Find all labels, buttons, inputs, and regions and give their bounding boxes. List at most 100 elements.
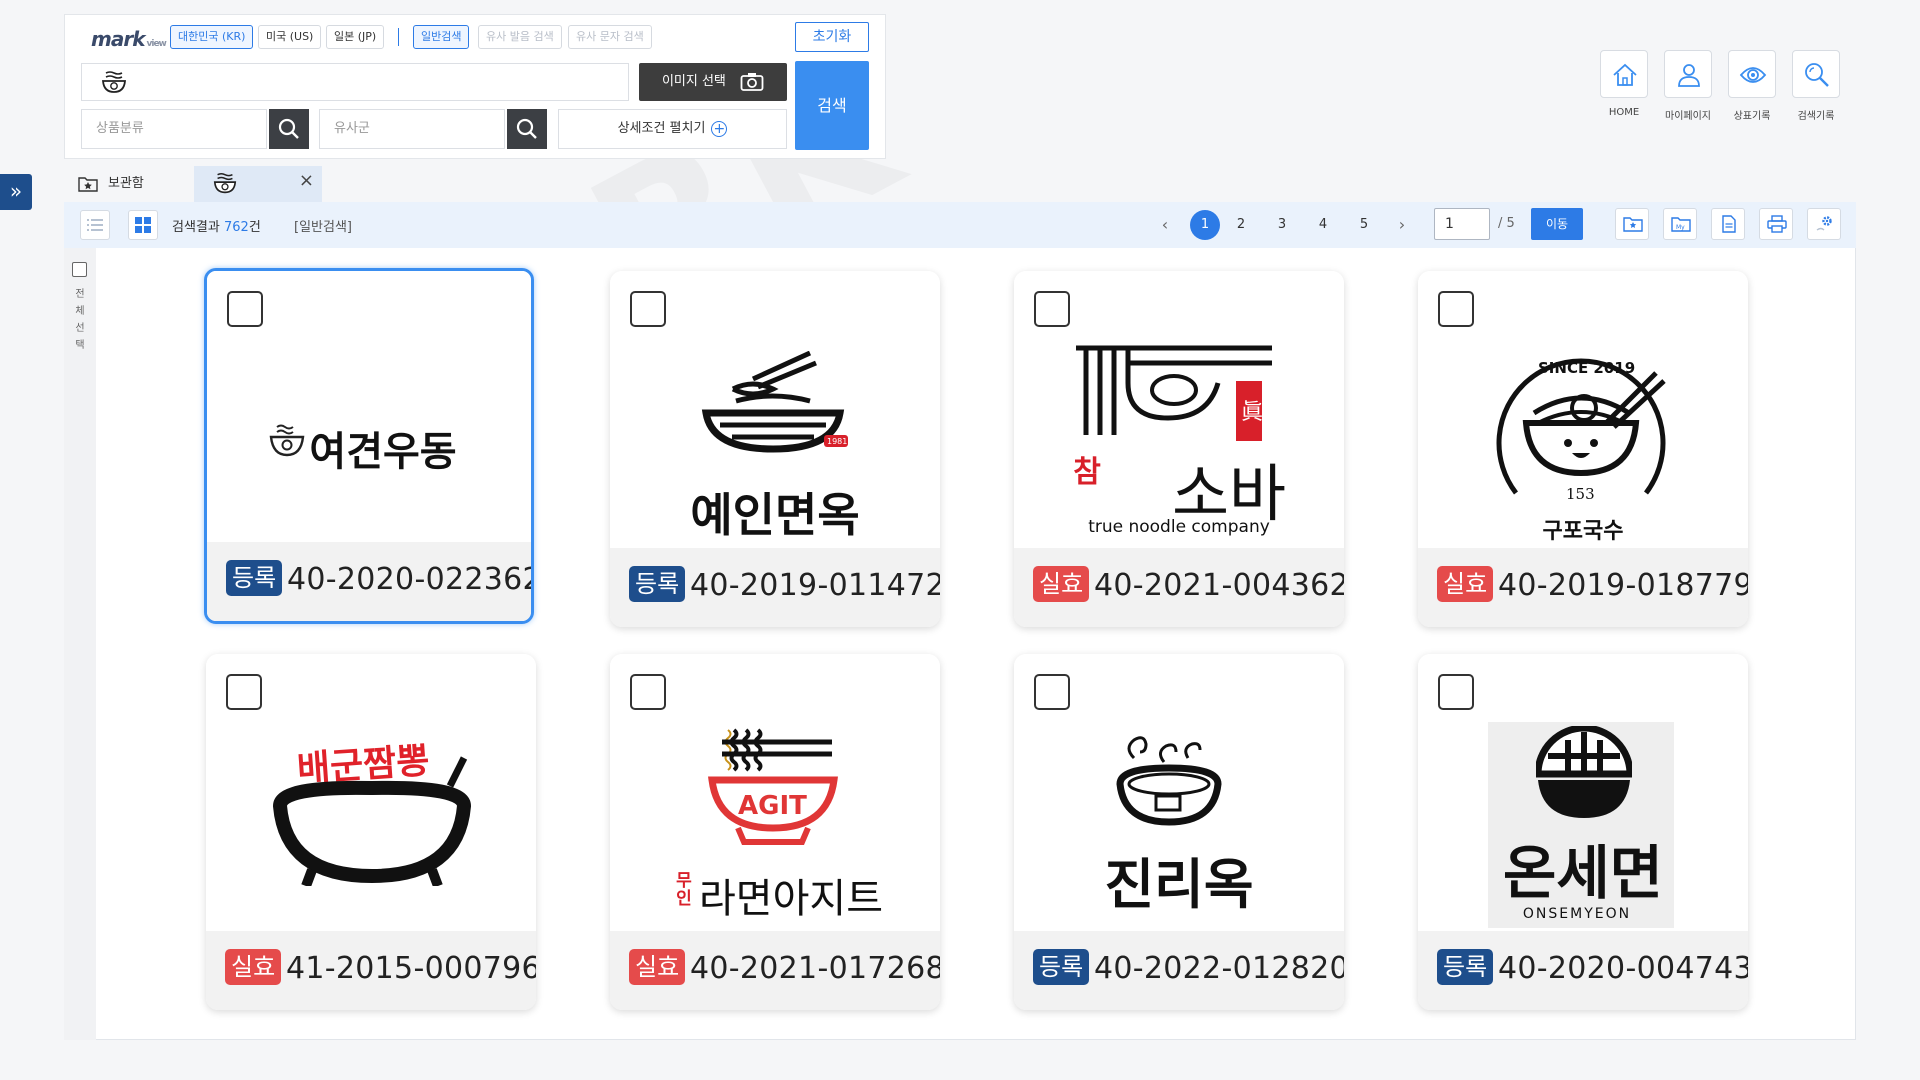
chip-separator	[398, 28, 399, 46]
card-footer: 실효 40-2019-0187799	[1418, 548, 1748, 627]
registration-number: 41-2015-0007965	[286, 951, 536, 986]
status-badge: 실효	[1033, 566, 1090, 602]
category-search-button[interactable]	[269, 109, 309, 149]
trademark-card[interactable]: 배군짬뽕 실효 41-2015-0007965	[206, 654, 536, 1010]
home-icon	[1613, 63, 1637, 86]
camera-icon	[740, 72, 764, 91]
tab-image-thumbnail	[212, 171, 238, 201]
settings-button[interactable]	[1807, 208, 1841, 240]
trademark-card[interactable]: 온세면 ONSEMYEON 등록 40-2020-0047437	[1418, 654, 1748, 1010]
my-folder-button[interactable]: My	[1663, 208, 1697, 240]
save-folder-button[interactable]	[1615, 208, 1649, 240]
registration-number: 40-2021-0043629	[1094, 568, 1344, 603]
card-footer: 등록 40-2019-0114723	[610, 548, 940, 627]
nav-home-label: HOME	[1608, 107, 1640, 118]
nav-trademark-history[interactable]: 상표기록	[1726, 50, 1778, 122]
page-input[interactable]: 1	[1434, 208, 1490, 240]
logo-side-mark: 眞	[1241, 400, 1263, 425]
trademark-card[interactable]: 眞 참 소바 true noodle company 실효 40-2021-00…	[1014, 271, 1344, 627]
grid-view-button[interactable]	[128, 210, 158, 240]
tab-image-search[interactable]: ×	[194, 166, 322, 202]
card-checkbox[interactable]	[1438, 674, 1474, 710]
nav-trademark-history-label: 상표기록	[1733, 111, 1771, 122]
card-checkbox[interactable]	[1438, 291, 1474, 327]
nav-search-history-label: 검색기록	[1797, 111, 1835, 122]
page-1[interactable]: 1	[1190, 210, 1220, 240]
status-badge: 실효	[1437, 566, 1494, 602]
document-icon	[1722, 215, 1736, 233]
logo-wordmark: 예인면옥	[690, 488, 860, 542]
country-us-chip[interactable]: 미국 (US)	[258, 25, 322, 49]
select-all-label: 전체선택	[75, 289, 85, 351]
mode-character-chip[interactable]: 유사 문자 검색	[568, 25, 652, 49]
card-checkbox[interactable]	[227, 291, 263, 327]
similar-group-input[interactable]: 유사군	[319, 109, 505, 149]
trademark-card[interactable]: 여견우동 등록 40-2020-0223621	[204, 268, 534, 624]
card-footer: 실효 40-2021-0172682	[610, 931, 940, 1010]
ramen-bowl-icon: AGIT	[708, 728, 838, 845]
card-checkbox[interactable]	[1034, 674, 1070, 710]
magnifier-icon	[278, 118, 299, 139]
image-select-button[interactable]: 이미지 선택	[639, 63, 787, 101]
card-checkbox[interactable]	[1034, 291, 1070, 327]
close-tab-icon[interactable]: ×	[299, 170, 314, 191]
document-button[interactable]	[1711, 208, 1745, 240]
trademark-card[interactable]: AGIT 무인 라면아지트 실효 40-2021-0172682	[610, 654, 940, 1010]
steaming-bowl-icon	[1116, 736, 1222, 826]
nav-home[interactable]: HOME	[1598, 50, 1650, 118]
folder-star-icon	[78, 177, 98, 192]
expand-detail-button[interactable]: 상세조건 펼치기 +	[558, 109, 787, 149]
logo-wordmark: 진리옥	[1104, 853, 1254, 916]
registration-number: 40-2019-0187799	[1498, 568, 1748, 603]
registration-number: 40-2019-0114723	[690, 568, 940, 603]
search-input[interactable]	[81, 63, 629, 101]
card-checkbox[interactable]	[226, 674, 262, 710]
trademark-card[interactable]: SINCE 2019 153 구포국수 실효 40-2019-0187799	[1418, 271, 1748, 627]
card-checkbox[interactable]	[630, 291, 666, 327]
tab-storage[interactable]: 보관함	[64, 166, 194, 202]
noodle-bowl-icon: SINCE 2019 153	[1496, 358, 1666, 503]
trademark-card[interactable]: 1981 예인면옥 등록 40-2019-0114723	[610, 271, 940, 627]
page-4[interactable]: 4	[1308, 210, 1338, 240]
card-footer: 실효 41-2015-0007965	[206, 931, 536, 1010]
status-badge: 실효	[629, 949, 686, 985]
app-logo[interactable]: mark view	[91, 27, 167, 51]
status-badge: 등록	[226, 560, 283, 596]
search-button[interactable]: 검색	[795, 61, 869, 150]
status-badge: 등록	[1437, 949, 1494, 985]
card-footer: 실효 40-2021-0043629	[1014, 548, 1344, 627]
registration-number: 40-2020-0223621	[287, 562, 534, 597]
list-view-button[interactable]	[80, 210, 110, 240]
mode-general-chip[interactable]: 일반검색	[413, 25, 470, 49]
next-page-button[interactable]: ›	[1392, 210, 1412, 240]
nav-mypage[interactable]: 마이페이지	[1662, 50, 1714, 122]
country-kr-chip[interactable]: 대한민국 (KR)	[170, 25, 254, 49]
card-footer: 등록 40-2020-0047437	[1418, 931, 1748, 1010]
go-page-button[interactable]: 이동	[1531, 208, 1583, 240]
search-history-icon	[1805, 63, 1829, 87]
select-all-checkbox[interactable]	[72, 262, 87, 277]
trademark-card[interactable]: 진리옥 등록 40-2022-0128202	[1014, 654, 1344, 1010]
list-icon	[87, 219, 103, 231]
reset-button[interactable]: 초기화	[795, 22, 869, 52]
nav-mypage-label: 마이페이지	[1665, 111, 1711, 122]
logo-year: 1981	[827, 437, 847, 446]
mode-phonetic-chip[interactable]: 유사 발음 검색	[478, 25, 562, 49]
nav-search-history[interactable]: 검색기록	[1790, 50, 1842, 122]
print-button[interactable]	[1759, 208, 1793, 240]
page-5[interactable]: 5	[1349, 210, 1379, 240]
category-input[interactable]: 상품분류	[81, 109, 267, 149]
similar-group-search-button[interactable]	[507, 109, 547, 149]
card-checkbox[interactable]	[630, 674, 666, 710]
my-folder-icon: My	[1671, 217, 1691, 232]
logo-wordmark: 여견우동	[309, 429, 457, 475]
gear-icon	[1816, 216, 1832, 231]
sidebar-expand-button[interactable]: »	[0, 174, 32, 210]
page-2[interactable]: 2	[1226, 210, 1256, 240]
folder-star-icon	[1623, 217, 1643, 232]
noodle-bowl-icon: 1981	[701, 351, 848, 453]
country-jp-chip[interactable]: 일본 (JP)	[326, 25, 385, 49]
page-3[interactable]: 3	[1267, 210, 1297, 240]
expand-detail-label: 상세조건 펼치기	[617, 121, 706, 136]
prev-page-button[interactable]: ‹	[1155, 210, 1175, 240]
